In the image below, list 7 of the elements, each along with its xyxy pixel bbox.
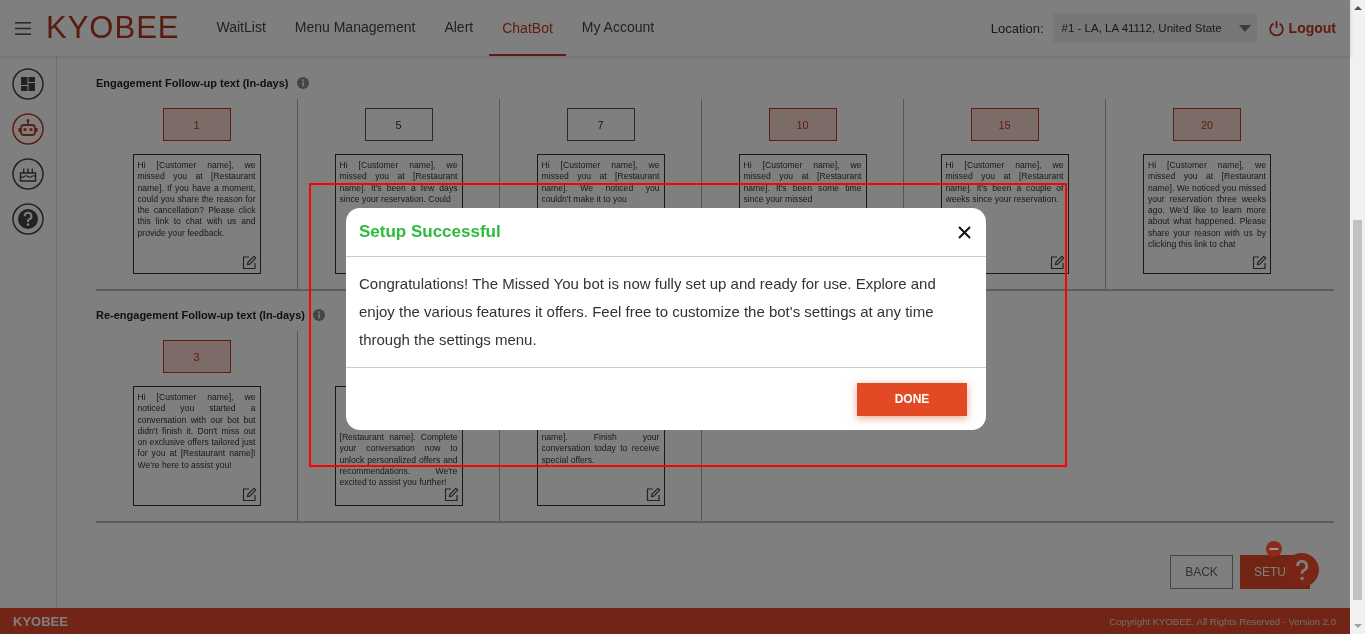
location-label: Location:: [990, 20, 1044, 36]
footer-logo: KYOBEE: [13, 613, 68, 629]
section-title: Engagement Follow-up text (In-days): [96, 77, 289, 89]
logo: KYOBEE: [46, 10, 180, 46]
section-title: Re-engagement Follow-up text (In-days): [96, 309, 305, 321]
dialog-message: Congratulations! The Missed You bot is now fully set up and ready for use. Explore and enjoy the various features it offers. Feel free to customize the bot's settings at any time through the settings menu.: [346, 257, 986, 368]
dialog-title: Setup Successful: [359, 222, 501, 242]
